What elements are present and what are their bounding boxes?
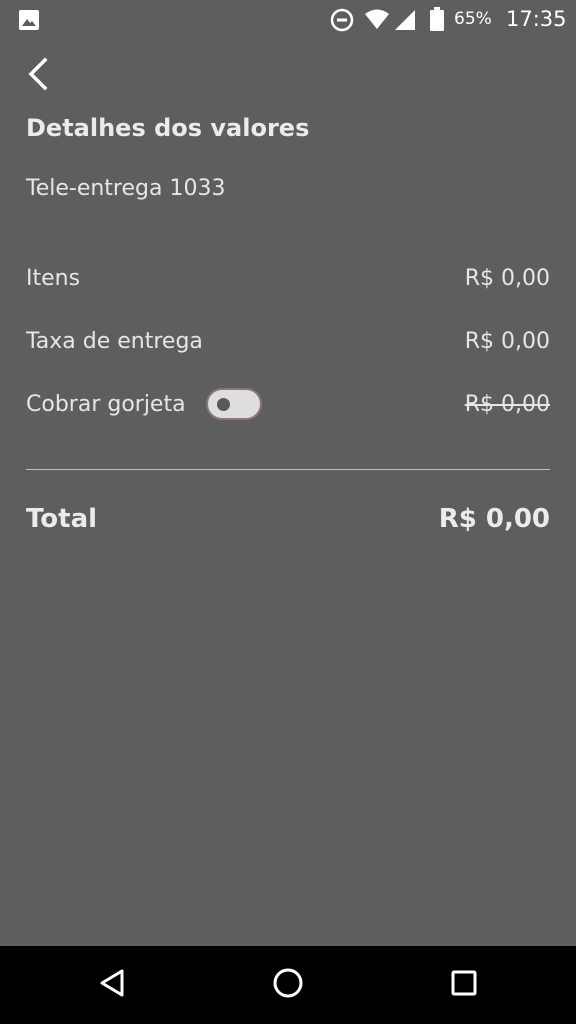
- nav-back-button[interactable]: [89, 962, 135, 1008]
- cobrar-gorjeta-label: Cobrar gorjeta: [26, 391, 186, 417]
- taxa-entrega-label: Taxa de entrega: [26, 328, 203, 354]
- taxa-entrega-value: R$ 0,00: [464, 328, 550, 354]
- image-icon: [18, 9, 40, 31]
- order-label: Tele-entrega 1033: [26, 176, 226, 201]
- gorjeta-value: R$ 0,00: [464, 391, 550, 417]
- signal-icon: [394, 9, 416, 31]
- clock: 17:35: [506, 7, 567, 31]
- battery-icon: [430, 7, 444, 31]
- nav-recents-button[interactable]: [441, 962, 487, 1008]
- nav-home-button[interactable]: [265, 962, 311, 1008]
- toggle-knob: [216, 398, 230, 411]
- gorjeta-left: Cobrar gorjeta: [26, 388, 262, 420]
- total-label: Total: [26, 504, 98, 534]
- divider: [26, 469, 550, 470]
- back-button[interactable]: [18, 56, 58, 96]
- home-circle-icon: [272, 967, 304, 1003]
- row-total: Total R$ 0,00: [26, 499, 550, 539]
- back-triangle-icon: [98, 968, 126, 1002]
- navigation-bar: [0, 946, 576, 1024]
- chevron-left-icon: [26, 57, 50, 95]
- wifi-icon: [364, 8, 390, 30]
- page-title: Detalhes dos valores: [26, 114, 310, 142]
- row-cobrar-gorjeta: Cobrar gorjeta R$ 0,00: [26, 384, 550, 424]
- do-not-disturb-icon: [330, 8, 354, 32]
- itens-value: R$ 0,00: [464, 265, 550, 291]
- gorjeta-toggle[interactable]: [205, 388, 262, 420]
- battery-percentage: 65%: [454, 9, 492, 29]
- recents-square-icon: [450, 969, 478, 1001]
- itens-label: Itens: [26, 265, 81, 291]
- row-taxa-entrega: Taxa de entrega R$ 0,00: [26, 321, 550, 361]
- total-value: R$ 0,00: [438, 504, 550, 534]
- status-bar: 65% 17:35: [0, 0, 576, 40]
- row-itens: Itens R$ 0,00: [26, 258, 550, 298]
